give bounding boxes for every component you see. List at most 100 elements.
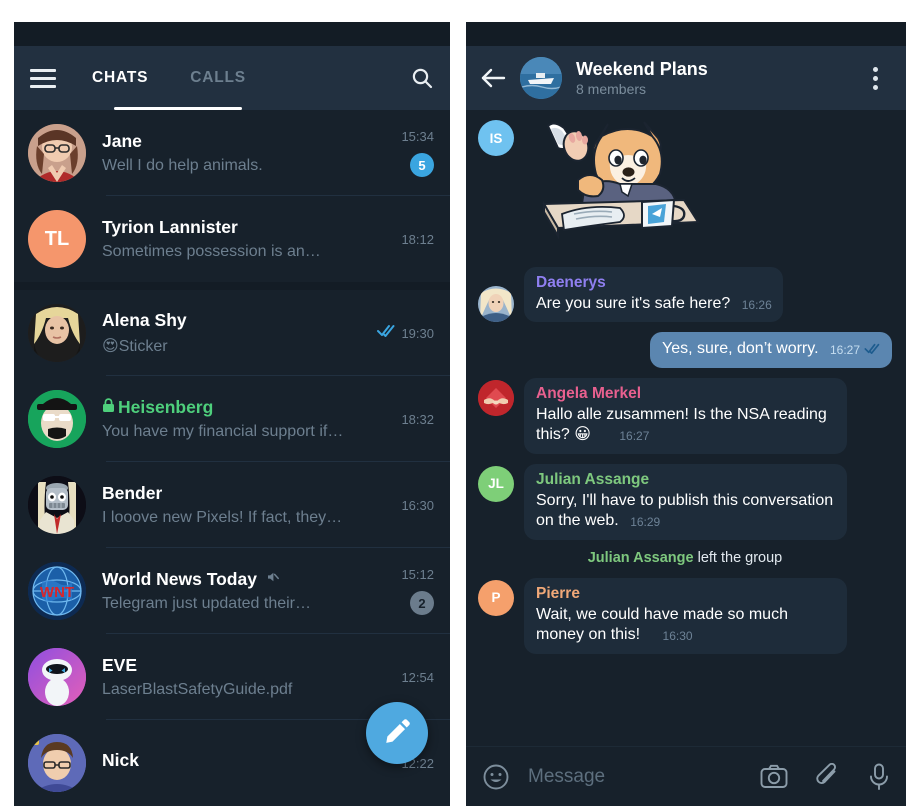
screenshot-root: CHATS CALLS Jane Well I do help animals.… [0,0,918,806]
unread-badge: 2 [410,591,434,615]
list-item-meta: 19:30 [377,302,434,364]
chat-time: 15:12 [401,567,434,582]
camera-icon[interactable] [760,764,788,790]
secret-chat-lock-icon [102,398,115,418]
chat-name: World News Today [102,569,257,589]
list-item[interactable]: Alena Shy 😍Sticker 19:30 [14,290,450,376]
list-item-text: EVE LaserBlastSafetyGuide.pdf [102,655,393,699]
avatar [28,124,86,182]
chat-preview: Telegram just updated their… [102,595,311,612]
unread-badge: 5 [410,153,434,177]
search-icon[interactable] [394,66,450,90]
message-composer: Message [466,746,906,806]
chat-list-tabs: CHATS CALLS [72,69,394,87]
message-meta: 16:27 [619,429,649,443]
svg-text:WNT: WNT [40,584,74,601]
message-time: 16:30 [662,629,693,644]
message-list: IS Daenerys Are you sure it's safe here?… [466,110,906,746]
member-count: 8 members [576,81,647,98]
list-item[interactable]: WNT World News Today Telegram just updat… [14,548,450,634]
more-vertical-icon[interactable] [858,66,892,90]
status-bar [466,22,906,46]
chat-name: Nick [102,750,139,770]
chat-preview: 😍Sticker [102,336,352,356]
avatar [28,390,86,448]
microphone-icon[interactable] [868,763,890,791]
tab-chats[interactable]: CHATS [92,69,148,87]
avatar: TL [28,210,86,268]
message-time: 16:26 [741,298,772,312]
list-item-meta: 18:32 [401,388,434,450]
list-item-meta: 16:30 [401,474,434,536]
chat-preview: LaserBlastSafetyGuide.pdf [102,681,293,698]
chat-preview: Well I do help animals. [102,157,263,174]
avatar-initials: TL [44,227,70,250]
smiley-face-icon[interactable] [482,763,510,791]
message-row: Angela Merkel Hallo alle zusammen! Is th… [478,377,892,454]
pinned-section-divider [14,282,450,290]
avatar [478,379,514,416]
read-checks-icon [377,324,396,342]
message-text: Sorry, I'll have to publish this convers… [536,491,834,530]
message-bubble[interactable]: Angela Merkel Hallo alle zusammen! Is th… [524,377,847,454]
back-arrow-icon[interactable] [480,67,520,89]
message-meta: 16:27 [830,343,881,357]
avatar [28,734,86,792]
list-item-text: Bender I looove new Pixels! If fact, the… [102,483,393,527]
message-bubble[interactable]: Daenerys Are you sure it's safe here? 16… [524,267,783,323]
avatar-initials: JL [488,476,504,492]
message-row: Yes, sure, don’t worry. 16:27 [478,332,892,368]
system-message: Julian Assange left the group [588,550,783,566]
muted-icon [264,569,280,590]
message-input[interactable]: Message [510,766,760,788]
chat-preview: I looove new Pixels! If fact, they… [102,509,343,526]
list-item[interactable]: Heisenberg You have my financial support… [14,376,450,462]
list-item-text: Tyrion Lannister Sometimes possession is… [102,217,393,261]
message-bubble[interactable]: Yes, sure, don’t worry. 16:27 [650,332,892,368]
avatar [28,648,86,706]
pencil-compose-icon [384,717,411,749]
message-row: Daenerys Are you sure it's safe here? 16… [478,267,892,323]
chat-preview: Sometimes possession is an… [102,243,321,260]
list-item-meta: 15:34 5 [401,122,434,184]
list-item[interactable]: Jane Well I do help animals. 15:34 5 [14,110,450,196]
list-item-text: World News Today Telegram just updated t… [102,569,393,613]
avatar [478,286,514,323]
tab-calls[interactable]: CALLS [190,69,246,87]
sticker-message[interactable] [524,118,702,249]
avatar: P [478,579,514,616]
message-text: Are you sure it's safe here? [536,295,731,312]
paperclip-icon[interactable] [816,763,840,790]
group-avatar[interactable] [520,57,562,99]
message-meta: 16:29 [630,515,660,529]
list-item-meta: 12:54 [401,646,434,708]
page-title: Weekend Plans [576,58,708,79]
message-sender: Daenerys [536,274,606,291]
list-item-text: Heisenberg You have my financial support… [102,397,393,441]
chat-name: Tyrion Lannister [102,217,238,237]
chat-time: 18:12 [401,231,434,247]
read-checks-icon [864,343,881,357]
avatar: IS [478,120,514,156]
chat-name: Heisenberg [118,397,214,417]
compose-fab-button[interactable] [366,702,428,764]
message-time: 16:27 [829,343,860,358]
message-time: 16:29 [630,515,661,530]
list-item[interactable]: Bender I looove new Pixels! If fact, the… [14,462,450,548]
chat-time: 18:32 [401,411,434,427]
message-bubble[interactable]: Julian Assange Sorry, I'll have to publi… [524,463,847,540]
message-text: Yes, sure, don’t worry. [662,340,819,358]
chat-name: Alena Shy [102,310,187,330]
hamburger-menu-icon[interactable] [14,68,72,88]
message-time: 16:27 [619,429,650,444]
avatar-initials: IS [489,130,503,146]
list-item-text: Alena Shy 😍Sticker [102,310,369,356]
message-meta: 16:30 [663,629,693,643]
chat-time: 12:54 [401,669,434,685]
system-text: left the group [693,549,783,566]
conversation-title-block: Weekend Plans 8 members [576,59,858,98]
composer-actions [760,763,890,791]
chat-list-screen: CHATS CALLS Jane Well I do help animals.… [14,22,450,806]
message-bubble[interactable]: Pierre Wait, we could have made so much … [524,577,847,654]
list-item[interactable]: TL Tyrion Lannister Sometimes possession… [14,196,450,282]
